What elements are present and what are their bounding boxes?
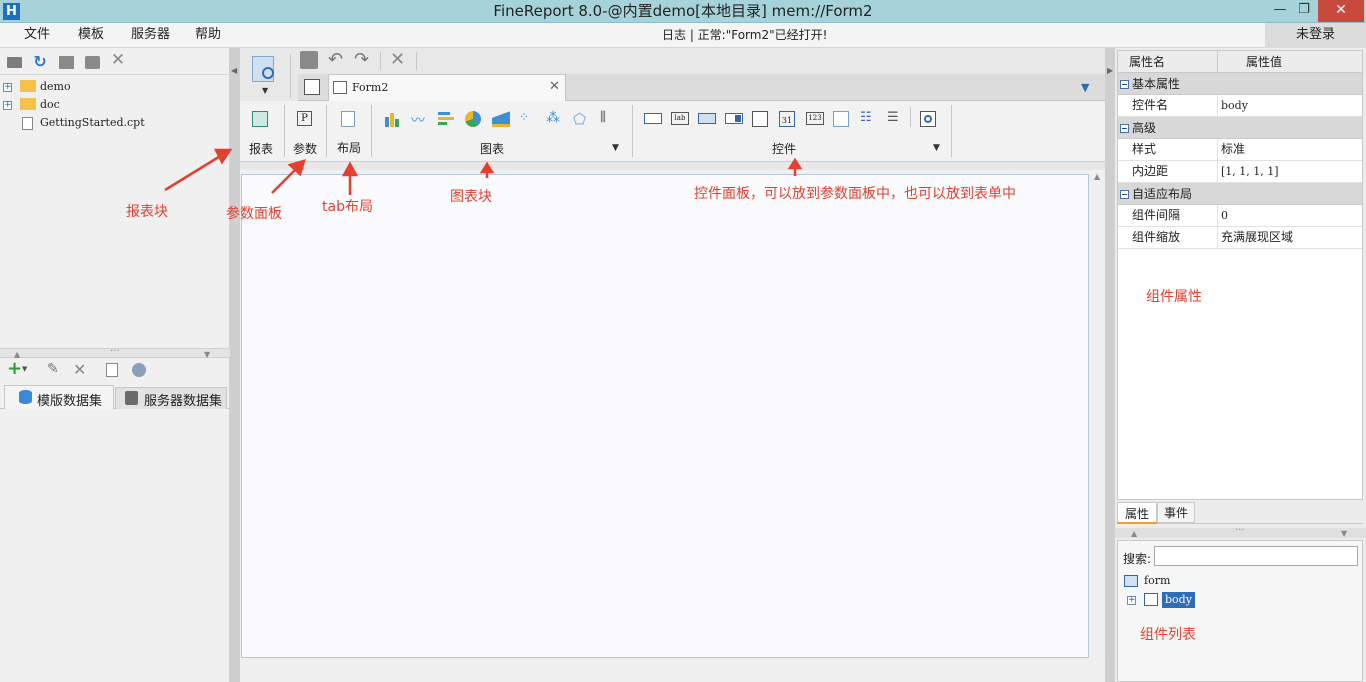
arrow-param-panel: [271, 167, 298, 194]
arrow-head: [341, 161, 359, 177]
property-table: 属性名 属性值 基本属性 控件名 body 高级 样式 标准 内边距 [1, 1…: [1117, 50, 1363, 500]
category-basic[interactable]: 基本属性: [1118, 73, 1362, 95]
body-node-icon: [1144, 593, 1158, 606]
property-value[interactable]: 充满展现区域: [1218, 227, 1362, 248]
tab-properties[interactable]: 属性: [1117, 502, 1157, 524]
widget-search-input[interactable]: [1154, 546, 1358, 566]
collapse-minus-icon[interactable]: [1120, 80, 1129, 89]
property-row-widget-name[interactable]: 控件名 body: [1118, 95, 1362, 117]
property-row-padding[interactable]: 内边距 [1, 1, 1, 1]: [1118, 161, 1362, 183]
annotation-widget-props: 组件属性: [1146, 289, 1202, 305]
property-value[interactable]: [1, 1, 1, 1]: [1218, 161, 1362, 182]
property-header: 属性名 属性值: [1118, 51, 1362, 73]
header-property-value: 属性值: [1246, 55, 1283, 69]
right-panel: 属性名 属性值 基本属性 控件名 body 高级 样式 标准 内边距 [1, 1…: [1115, 48, 1366, 682]
annotation-widget-list: 组件列表: [1140, 627, 1196, 643]
right-collapse-strip[interactable]: ▶: [1105, 48, 1115, 682]
property-name: 组件缩放: [1118, 227, 1218, 248]
widget-tree-panel: 搜索: form + body 组件列表: [1117, 540, 1363, 682]
property-row-style[interactable]: 样式 标准: [1118, 139, 1362, 161]
property-value[interactable]: body: [1218, 95, 1362, 116]
tree-node-body[interactable]: body: [1162, 592, 1195, 608]
expand-plus-icon[interactable]: +: [1127, 596, 1136, 605]
collapse-minus-icon[interactable]: [1120, 190, 1129, 199]
property-value[interactable]: 0: [1218, 205, 1362, 226]
form-node-icon: [1124, 575, 1138, 587]
header-property-name: 属性名: [1118, 51, 1218, 72]
grip-icon[interactable]: ···: [1235, 525, 1245, 536]
search-label: 搜索:: [1123, 552, 1152, 566]
property-row-scale[interactable]: 组件缩放 充满展现区域: [1118, 227, 1362, 249]
category-label: 高级: [1132, 121, 1157, 135]
property-value[interactable]: 标准: [1218, 139, 1362, 160]
collapse-right-icon[interactable]: ▶: [1107, 66, 1113, 75]
property-name: 控件名: [1118, 95, 1218, 116]
collapse-minus-icon[interactable]: [1120, 124, 1129, 133]
arrow-report-block: [164, 153, 223, 192]
property-row-gap[interactable]: 组件间隔 0: [1118, 205, 1362, 227]
category-adaptive-layout[interactable]: 自适应布局: [1118, 183, 1362, 205]
arrow-head: [787, 157, 803, 170]
property-name: 内边距: [1118, 161, 1218, 182]
property-tabs: 属性 事件: [1117, 502, 1363, 524]
tab-events[interactable]: 事件: [1157, 502, 1195, 523]
right-splitter[interactable]: ▲ ··· ▼: [1115, 525, 1366, 538]
property-name: 组件间隔: [1118, 205, 1218, 226]
category-label: 基本属性: [1132, 77, 1181, 91]
collapse-down-icon[interactable]: ▼: [1341, 529, 1347, 538]
tree-node-form[interactable]: form: [1144, 574, 1170, 587]
property-name: 样式: [1118, 139, 1218, 160]
category-label: 自适应布局: [1132, 187, 1193, 201]
arrow-head: [213, 148, 233, 165]
category-advanced[interactable]: 高级: [1118, 117, 1362, 139]
collapse-up-icon[interactable]: ▲: [1131, 529, 1137, 538]
arrow-head: [479, 161, 495, 174]
